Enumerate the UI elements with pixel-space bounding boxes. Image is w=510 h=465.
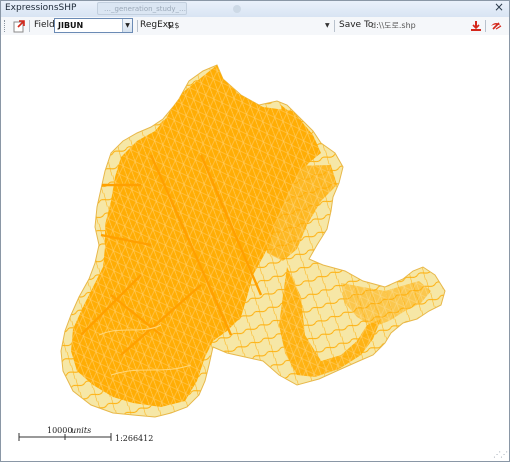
toolbar-separator bbox=[29, 20, 30, 32]
toolbar-separator bbox=[334, 20, 335, 32]
close-button[interactable]: × bbox=[491, 1, 507, 14]
save-path-input[interactable]: d:\\도로.shp bbox=[371, 19, 416, 32]
run-button[interactable] bbox=[489, 19, 503, 33]
scale-bar-units: units bbox=[71, 426, 91, 435]
map-view[interactable]: 10000 units 1:266412 bbox=[1, 35, 509, 461]
toolbar-separator bbox=[137, 20, 138, 32]
field-select-value: JIBUN bbox=[58, 21, 84, 30]
scale-bar-distance: 10000 bbox=[47, 426, 72, 435]
regexp-dropdown-icon[interactable]: ▼ bbox=[325, 19, 330, 32]
scale-bar: 10000 units 1:266412 bbox=[18, 426, 153, 443]
open-shapefile-button[interactable] bbox=[12, 19, 26, 33]
close-icon: × bbox=[493, 0, 505, 14]
background-indicator bbox=[233, 5, 241, 13]
window-title: ExpressionsSHP bbox=[5, 3, 77, 13]
save-button[interactable] bbox=[469, 19, 483, 33]
background-window-tab: …_generation_study_… bbox=[97, 2, 187, 15]
field-select[interactable]: JIBUN ▼ bbox=[54, 18, 133, 33]
open-shapefile-icon bbox=[13, 20, 25, 33]
scale-ratio: 1:266412 bbox=[115, 434, 153, 443]
map-canvas[interactable]: 10000 units 1:266412 ⋰⋰ bbox=[1, 35, 509, 461]
regexp-input[interactable]: 도$ bbox=[167, 19, 327, 32]
resize-grip[interactable]: ⋰⋰ bbox=[493, 450, 508, 459]
run-icon bbox=[491, 22, 502, 30]
toolbar: Field JIBUN ▼ RegExp 도$ ▼ Save To d:\\도로… bbox=[1, 17, 509, 36]
title-bar: ExpressionsSHP …_generation_study_… × bbox=[1, 1, 509, 18]
app-window: ExpressionsSHP …_generation_study_… × Fi… bbox=[0, 0, 510, 462]
map-region-jibun[interactable] bbox=[60, 64, 446, 418]
save-icon bbox=[471, 21, 481, 31]
toolbar-separator bbox=[485, 20, 486, 32]
save-to-label: Save To bbox=[339, 20, 374, 30]
chevron-down-icon[interactable]: ▼ bbox=[122, 19, 132, 32]
field-label: Field bbox=[34, 20, 55, 30]
toolbar-grip[interactable] bbox=[4, 20, 7, 32]
